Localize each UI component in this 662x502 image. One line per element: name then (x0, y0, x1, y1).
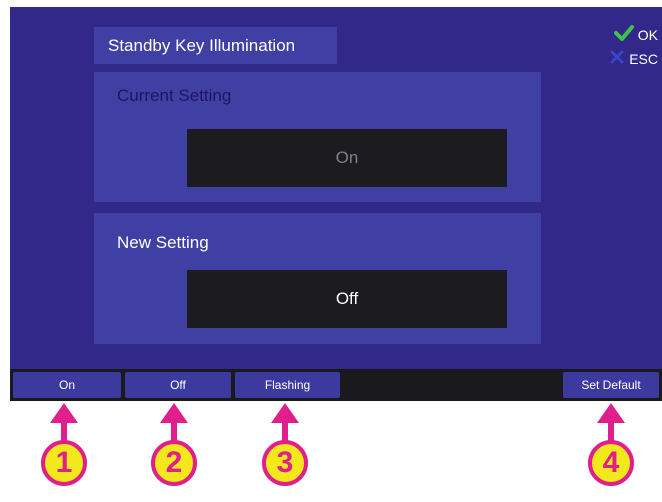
callout-arrow-2 (160, 403, 188, 423)
new-setting-panel: New Setting Off (94, 213, 541, 344)
callout-arrow-4 (597, 403, 625, 423)
device-screen: Standby Key Illumination OK ESC Current … (10, 7, 662, 401)
callout-badge-1: 1 (41, 440, 87, 486)
ok-indicator[interactable]: OK (613, 25, 658, 44)
screen-title: Standby Key Illumination (94, 27, 337, 64)
check-icon (613, 25, 634, 44)
x-icon (609, 49, 625, 68)
softkey-bar: On Off Flashing Set Default (10, 369, 662, 401)
softkey-set-default[interactable]: Set Default (563, 372, 659, 398)
callout-badge-3: 3 (262, 440, 308, 486)
esc-indicator[interactable]: ESC (609, 49, 658, 68)
softkey-on[interactable]: On (13, 372, 121, 398)
callout-badge-4: 4 (588, 440, 634, 486)
softkey-off[interactable]: Off (125, 372, 231, 398)
ok-label: OK (637, 26, 658, 43)
current-setting-label: Current Setting (117, 86, 232, 105)
softkey-flashing[interactable]: Flashing (235, 372, 340, 398)
new-setting-label: New Setting (117, 233, 209, 252)
callout-arrow-1 (50, 403, 78, 423)
current-setting-panel: Current Setting On (94, 72, 541, 202)
callout-arrow-3 (271, 403, 299, 423)
current-setting-value: On (187, 129, 507, 187)
esc-label: ESC (629, 50, 658, 67)
callout-badge-2: 2 (151, 440, 197, 486)
new-setting-value[interactable]: Off (187, 270, 507, 328)
